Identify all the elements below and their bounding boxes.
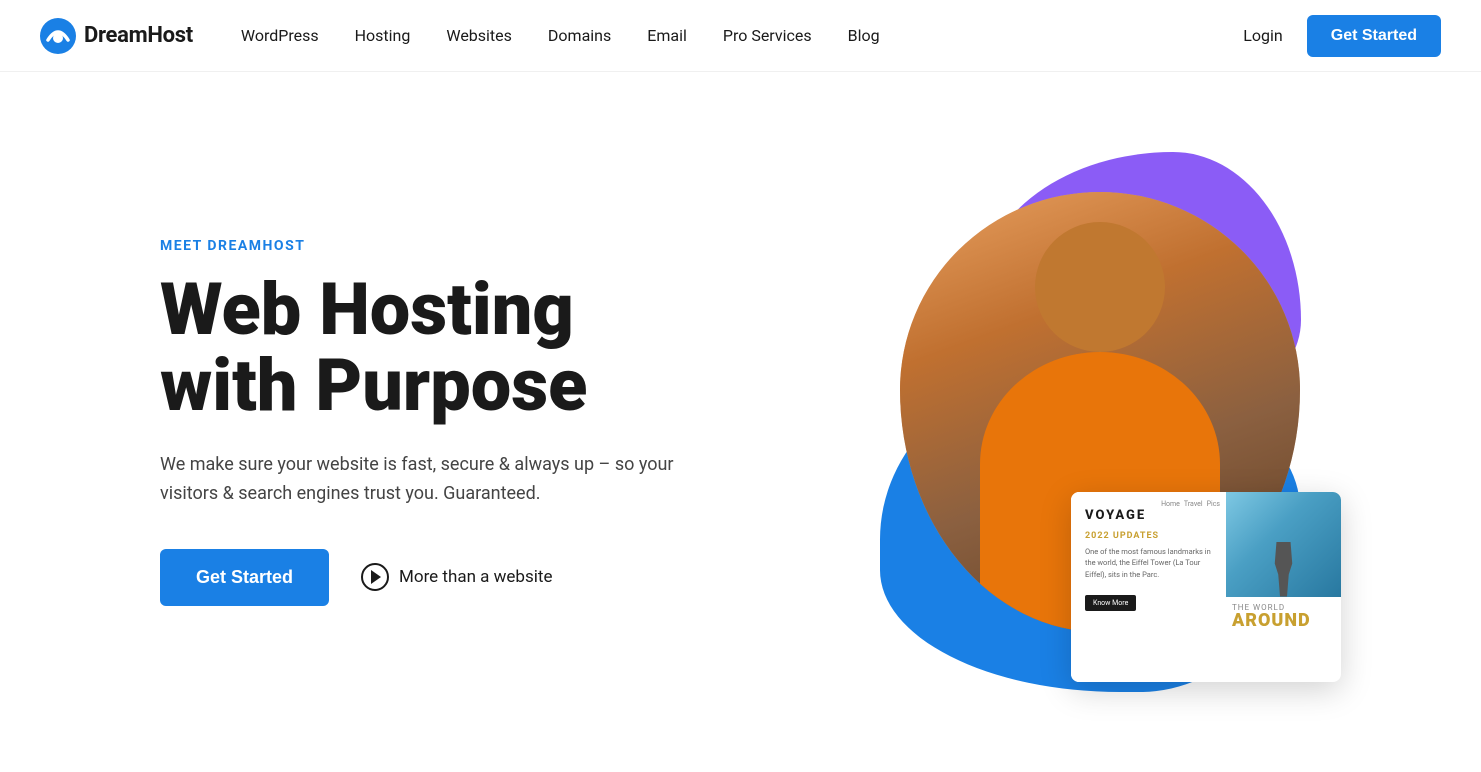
voyage-updates-label: 2022 UPDATES — [1085, 531, 1212, 541]
nav-link-pro-services[interactable]: Pro Services — [723, 26, 812, 45]
voyage-brand: VOYAGE — [1085, 508, 1212, 523]
nav-link-domains[interactable]: Domains — [548, 26, 611, 45]
voyage-eiffel-image — [1226, 492, 1341, 597]
hero-title-line1: Web Hosting — [160, 267, 574, 352]
hero-visual: Home Travel Pics VOYAGE 2022 UPDATES One… — [820, 132, 1381, 712]
voyage-nav: Home Travel Pics — [1161, 500, 1220, 508]
voyage-nav-home: Home — [1161, 500, 1180, 508]
voyage-card-image: THE WORLD AROUND — [1226, 492, 1341, 682]
voyage-description: One of the most famous landmarks in the … — [1085, 546, 1212, 580]
voyage-world-text: THE WORLD AROUND — [1226, 597, 1341, 630]
nav-right: Login Get Started — [1243, 15, 1441, 57]
voyage-nav-travel: Travel — [1184, 500, 1203, 508]
hero-section: MEET DREAMHOST Web Hosting with Purpose … — [0, 72, 1481, 772]
voyage-card: Home Travel Pics VOYAGE 2022 UPDATES One… — [1071, 492, 1341, 682]
hero-title: Web Hosting with Purpose — [160, 272, 820, 423]
nav-link-hosting[interactable]: Hosting — [355, 26, 411, 45]
nav-link-blog[interactable]: Blog — [848, 26, 880, 45]
hero-title-line2: with Purpose — [160, 343, 587, 428]
voyage-know-more-button[interactable]: Know More — [1085, 595, 1136, 611]
play-icon — [361, 563, 389, 591]
login-link[interactable]: Login — [1243, 26, 1282, 45]
nav-link-email[interactable]: Email — [647, 26, 687, 45]
dreamhost-logo-icon — [40, 18, 76, 54]
hero-actions: Get Started More than a website — [160, 549, 820, 606]
navbar: DreamHost WordPress Hosting Websites Dom… — [0, 0, 1481, 72]
logo-text: DreamHost — [84, 23, 193, 48]
logo[interactable]: DreamHost — [40, 18, 193, 54]
voyage-card-content: Home Travel Pics VOYAGE 2022 UPDATES One… — [1071, 492, 1226, 682]
eiffel-tower-icon — [1266, 542, 1301, 597]
more-than-website-link[interactable]: More than a website — [361, 563, 552, 591]
nav-links: WordPress Hosting Websites Domains Email… — [241, 26, 1243, 45]
nav-link-wordpress[interactable]: WordPress — [241, 26, 319, 45]
voyage-nav-pics: Pics — [1207, 500, 1220, 508]
hero-subtitle: We make sure your website is fast, secur… — [160, 451, 720, 509]
nav-link-websites[interactable]: Websites — [446, 26, 512, 45]
voyage-around: AROUND — [1232, 612, 1335, 630]
nav-get-started-button[interactable]: Get Started — [1307, 15, 1441, 57]
more-than-website-label: More than a website — [399, 567, 552, 587]
hero-get-started-button[interactable]: Get Started — [160, 549, 329, 606]
hero-eyebrow: MEET DREAMHOST — [160, 238, 820, 254]
hero-content: MEET DREAMHOST Web Hosting with Purpose … — [160, 238, 820, 606]
